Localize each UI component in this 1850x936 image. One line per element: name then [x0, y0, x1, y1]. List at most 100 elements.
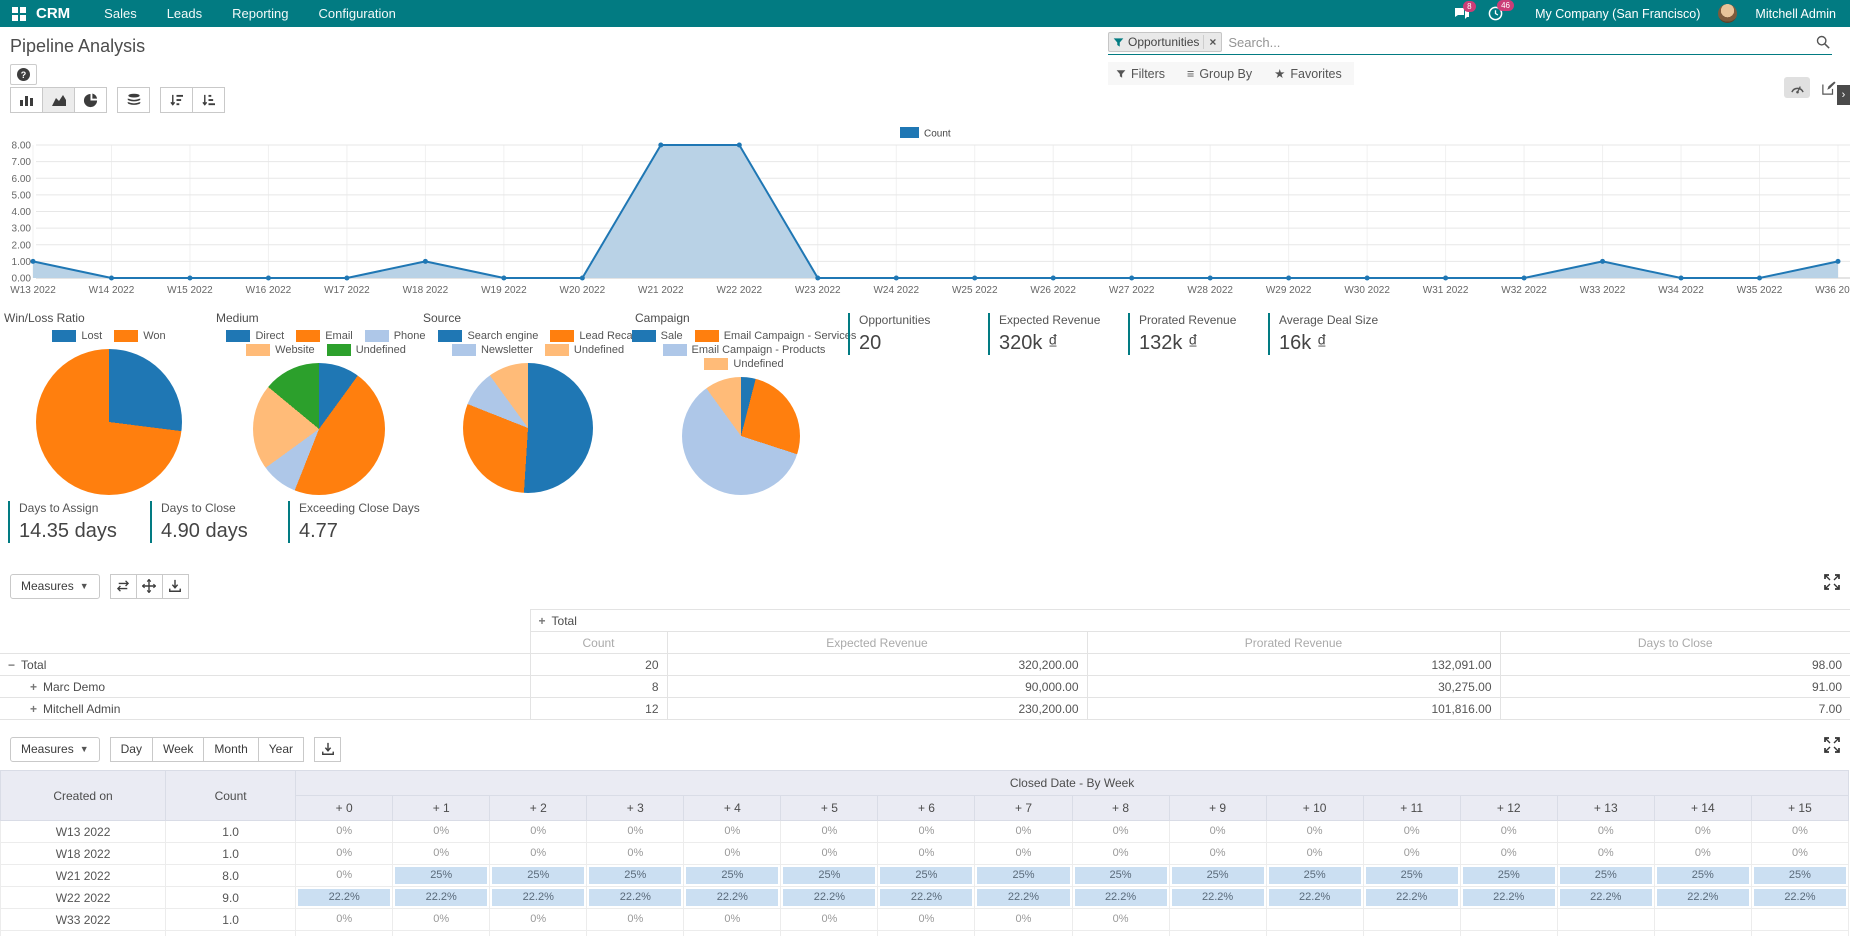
cohort-cell[interactable]: 0% [1072, 821, 1169, 843]
cohort-fullscreen-button[interactable] [1824, 737, 1840, 756]
cohort-cell[interactable]: 0% [1072, 909, 1169, 931]
cohort-cell[interactable]: 0% [1363, 843, 1460, 865]
cohort-cell[interactable]: 22.2% [781, 887, 878, 909]
cohort-cell[interactable]: 25% [1751, 865, 1848, 887]
interval-month-button[interactable]: Month [203, 737, 258, 762]
cohort-cell[interactable]: 22.2% [1363, 887, 1460, 909]
cohort-cell[interactable]: 22.2% [975, 887, 1072, 909]
cohort-cell[interactable]: 0% [1460, 843, 1557, 865]
cohort-cell[interactable]: 22.2% [684, 887, 781, 909]
cohort-cell[interactable]: 0% [1460, 821, 1557, 843]
pivot-measure-count[interactable]: Count [530, 632, 667, 654]
legend-item-undefined[interactable]: Undefined [545, 344, 624, 356]
legend-item-email-campaign-products[interactable]: Email Campaign - Products [663, 344, 826, 356]
cohort-cell[interactable]: 22.2% [1557, 887, 1654, 909]
cohort-cell[interactable]: 0% [296, 821, 393, 843]
cohort-cell[interactable]: 0% [490, 843, 587, 865]
cohort-cell[interactable] [1557, 909, 1654, 931]
pivot-measure-expected-revenue[interactable]: Expected Revenue [667, 632, 1087, 654]
pivot-expand-all-button[interactable] [136, 574, 163, 599]
cohort-cell[interactable]: 0% [1363, 821, 1460, 843]
pivot-row-label-total[interactable]: −Total [0, 654, 530, 676]
cohort-cell[interactable]: 25% [1654, 865, 1751, 887]
cohort-cell[interactable]: 0% [1557, 843, 1654, 865]
campaign-pie[interactable] [682, 377, 800, 495]
company-switcher[interactable]: My Company (San Francisco) [1535, 7, 1700, 21]
count-by-week-chart[interactable]: 0.001.002.003.004.005.006.007.008.00W13 … [0, 115, 1850, 301]
cohort-cell[interactable]: 25% [781, 865, 878, 887]
kpi-exceeding-close-days[interactable]: Exceeding Close Days 4.77 [288, 501, 420, 543]
collapse-icon[interactable]: − [8, 658, 15, 672]
cohort-cell[interactable]: 0% [684, 909, 781, 931]
cohort-cell[interactable]: 25% [490, 865, 587, 887]
medium-pie[interactable] [253, 363, 385, 495]
cohort-cell[interactable]: 22.2% [1654, 887, 1751, 909]
cohort-cell[interactable]: 25% [1557, 865, 1654, 887]
cohort-cell[interactable]: 0% [587, 843, 684, 865]
pivot-measures-button[interactable]: Measures▼ [10, 574, 100, 599]
cohort-cell[interactable] [1460, 909, 1557, 931]
kpi-days-to-assign[interactable]: Days to Assign 14.35 days [8, 501, 117, 543]
legend-item-website[interactable]: Website [246, 344, 315, 356]
cohort-cell[interactable]: 22.2% [1072, 887, 1169, 909]
expand-icon[interactable]: + [30, 680, 37, 694]
menu-reporting[interactable]: Reporting [232, 6, 288, 21]
interval-year-button[interactable]: Year [258, 737, 304, 762]
cohort-cell[interactable]: 0% [490, 909, 587, 931]
winloss-pie[interactable] [36, 349, 182, 495]
cohort-cell[interactable]: 0% [1266, 843, 1363, 865]
menu-sales[interactable]: Sales [104, 6, 137, 21]
cohort-cell[interactable]: 0% [781, 821, 878, 843]
cohort-cell[interactable]: 25% [1363, 865, 1460, 887]
cohort-cell[interactable]: 0% [975, 843, 1072, 865]
pivot-fullscreen-button[interactable] [1824, 574, 1840, 593]
cohort-cell[interactable]: 0% [1654, 843, 1751, 865]
source-pie[interactable] [463, 363, 593, 493]
cohort-cell[interactable]: 0% [490, 821, 587, 843]
apps-menu-icon[interactable] [12, 7, 26, 21]
cohort-cell[interactable]: 0% [393, 843, 490, 865]
cohort-cell[interactable]: 0% [1169, 821, 1266, 843]
cohort-cell[interactable]: 25% [1460, 865, 1557, 887]
cohort-cell[interactable] [1751, 909, 1848, 931]
menu-configuration[interactable]: Configuration [319, 6, 396, 21]
cohort-cell[interactable]: 0% [878, 821, 975, 843]
cohort-cell[interactable]: 0% [684, 821, 781, 843]
filters-button[interactable]: Filters [1116, 66, 1165, 81]
panel-edge-handle[interactable]: › [1837, 85, 1850, 105]
cohort-cell[interactable] [1169, 909, 1266, 931]
cohort-cell[interactable]: 0% [587, 821, 684, 843]
user-menu[interactable]: Mitchell Admin [1755, 7, 1836, 21]
cohort-cell[interactable]: 22.2% [296, 887, 393, 909]
line-chart-button[interactable] [42, 87, 75, 113]
legend-item-won[interactable]: Won [114, 330, 165, 342]
cohort-cell[interactable]: 25% [878, 865, 975, 887]
pivot-measure-prorated-revenue[interactable]: Prorated Revenue [1087, 632, 1500, 654]
bar-chart-button[interactable] [10, 87, 43, 113]
cohort-cell[interactable]: 25% [393, 865, 490, 887]
interval-day-button[interactable]: Day [110, 737, 153, 762]
cohort-cell[interactable] [1363, 909, 1460, 931]
expand-icon[interactable]: + [30, 702, 37, 716]
cohort-cell[interactable]: 0% [975, 909, 1072, 931]
sort-ascending-button[interactable] [192, 87, 225, 113]
stacked-toggle-button[interactable] [117, 87, 150, 113]
cohort-cell[interactable]: 0% [1266, 821, 1363, 843]
cohort-cell[interactable]: 25% [1266, 865, 1363, 887]
search-icon[interactable] [1816, 35, 1832, 49]
cohort-cell[interactable]: 25% [975, 865, 1072, 887]
pivot-download-button[interactable] [162, 574, 189, 599]
legend-item-undefined[interactable]: Undefined [327, 344, 406, 356]
legend-item-email-campaign-services[interactable]: Email Campaign - Services [695, 330, 857, 342]
cohort-cell[interactable]: 0% [1751, 843, 1848, 865]
cohort-cell[interactable]: 0% [393, 909, 490, 931]
cohort-cell[interactable]: 22.2% [1751, 887, 1848, 909]
cohort-cell[interactable]: 0% [296, 909, 393, 931]
cohort-cell[interactable]: 0% [296, 843, 393, 865]
cohort-cell[interactable]: 0% [296, 865, 393, 887]
group-by-button[interactable]: ≡ Group By [1187, 66, 1252, 81]
cohort-cell[interactable]: 22.2% [393, 887, 490, 909]
kpi-prorated-revenue[interactable]: Prorated Revenue 132k ₫ [1128, 313, 1236, 355]
interval-week-button[interactable]: Week [152, 737, 204, 762]
pivot-flip-axis-button[interactable] [110, 574, 137, 599]
